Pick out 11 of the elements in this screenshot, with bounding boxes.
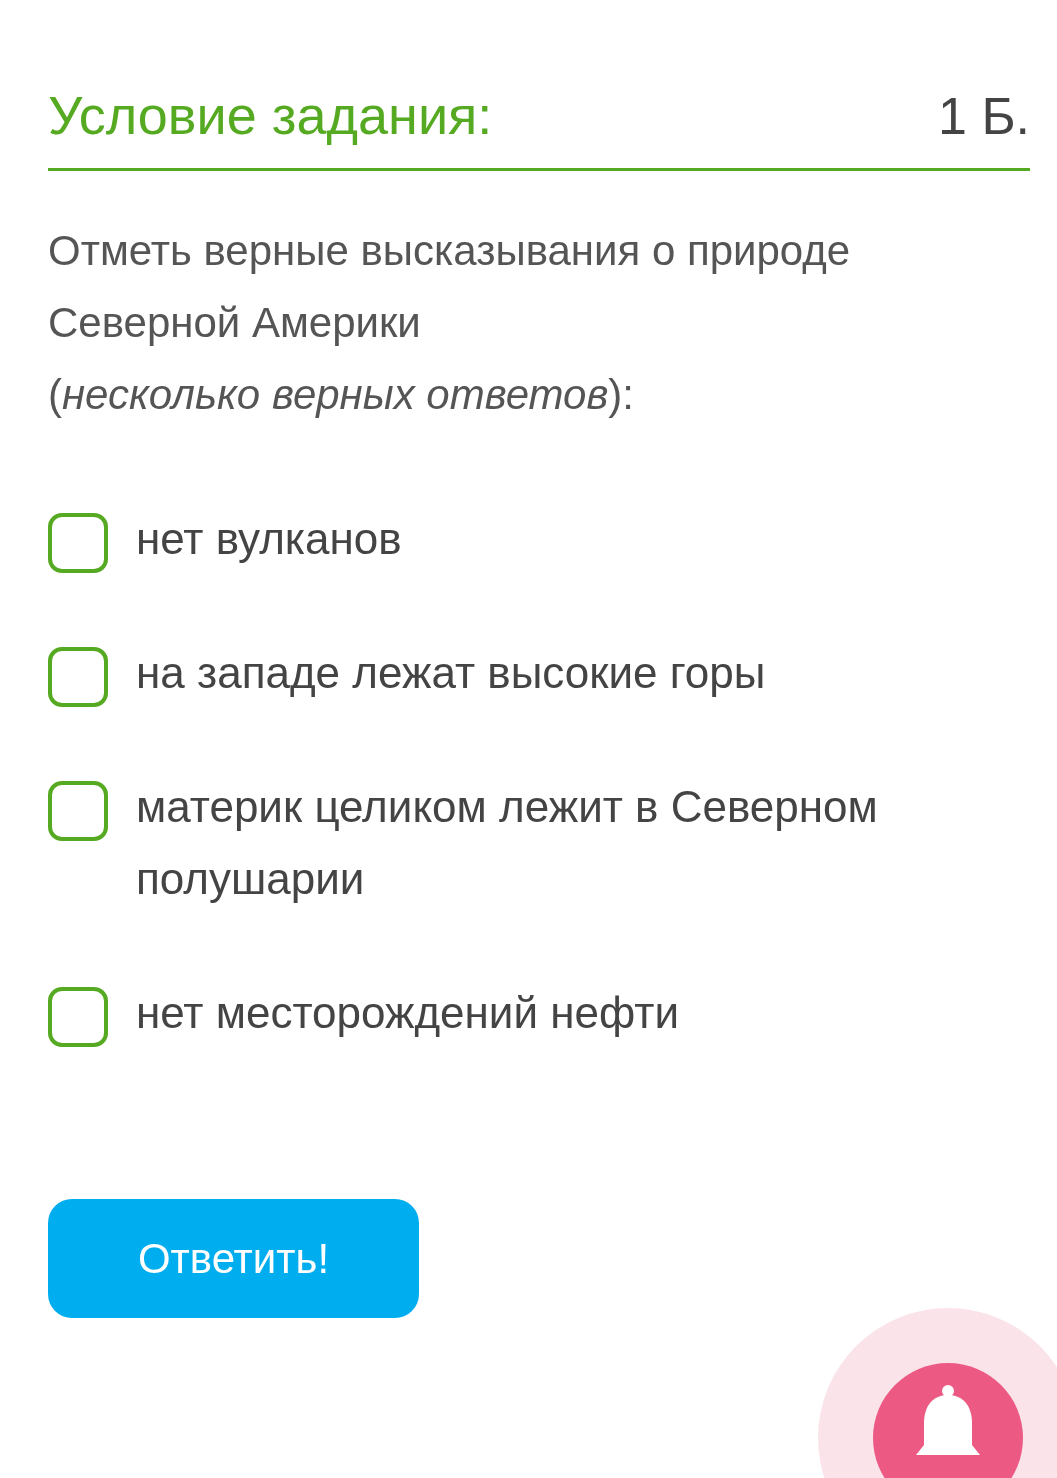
question-text: Отметь верные высказывания о природе Северной Америки (несколько верных ответов):	[48, 226, 852, 420]
option-label[interactable]: на западе лежат высокие горы	[136, 637, 956, 709]
checkbox[interactable]	[48, 781, 108, 841]
option-label[interactable]: материк целиком лежит в Северном полушарии	[136, 771, 956, 915]
option-label[interactable]: нет месторождений нефти	[136, 977, 956, 1049]
checkbox[interactable]	[48, 647, 108, 707]
checkbox[interactable]	[48, 987, 108, 1047]
checkbox[interactable]	[48, 513, 108, 573]
points-label: 1 Б.	[938, 86, 1030, 146]
task-title: Условие задания:	[48, 84, 493, 146]
option-label[interactable]: нет вулканов	[136, 503, 956, 575]
